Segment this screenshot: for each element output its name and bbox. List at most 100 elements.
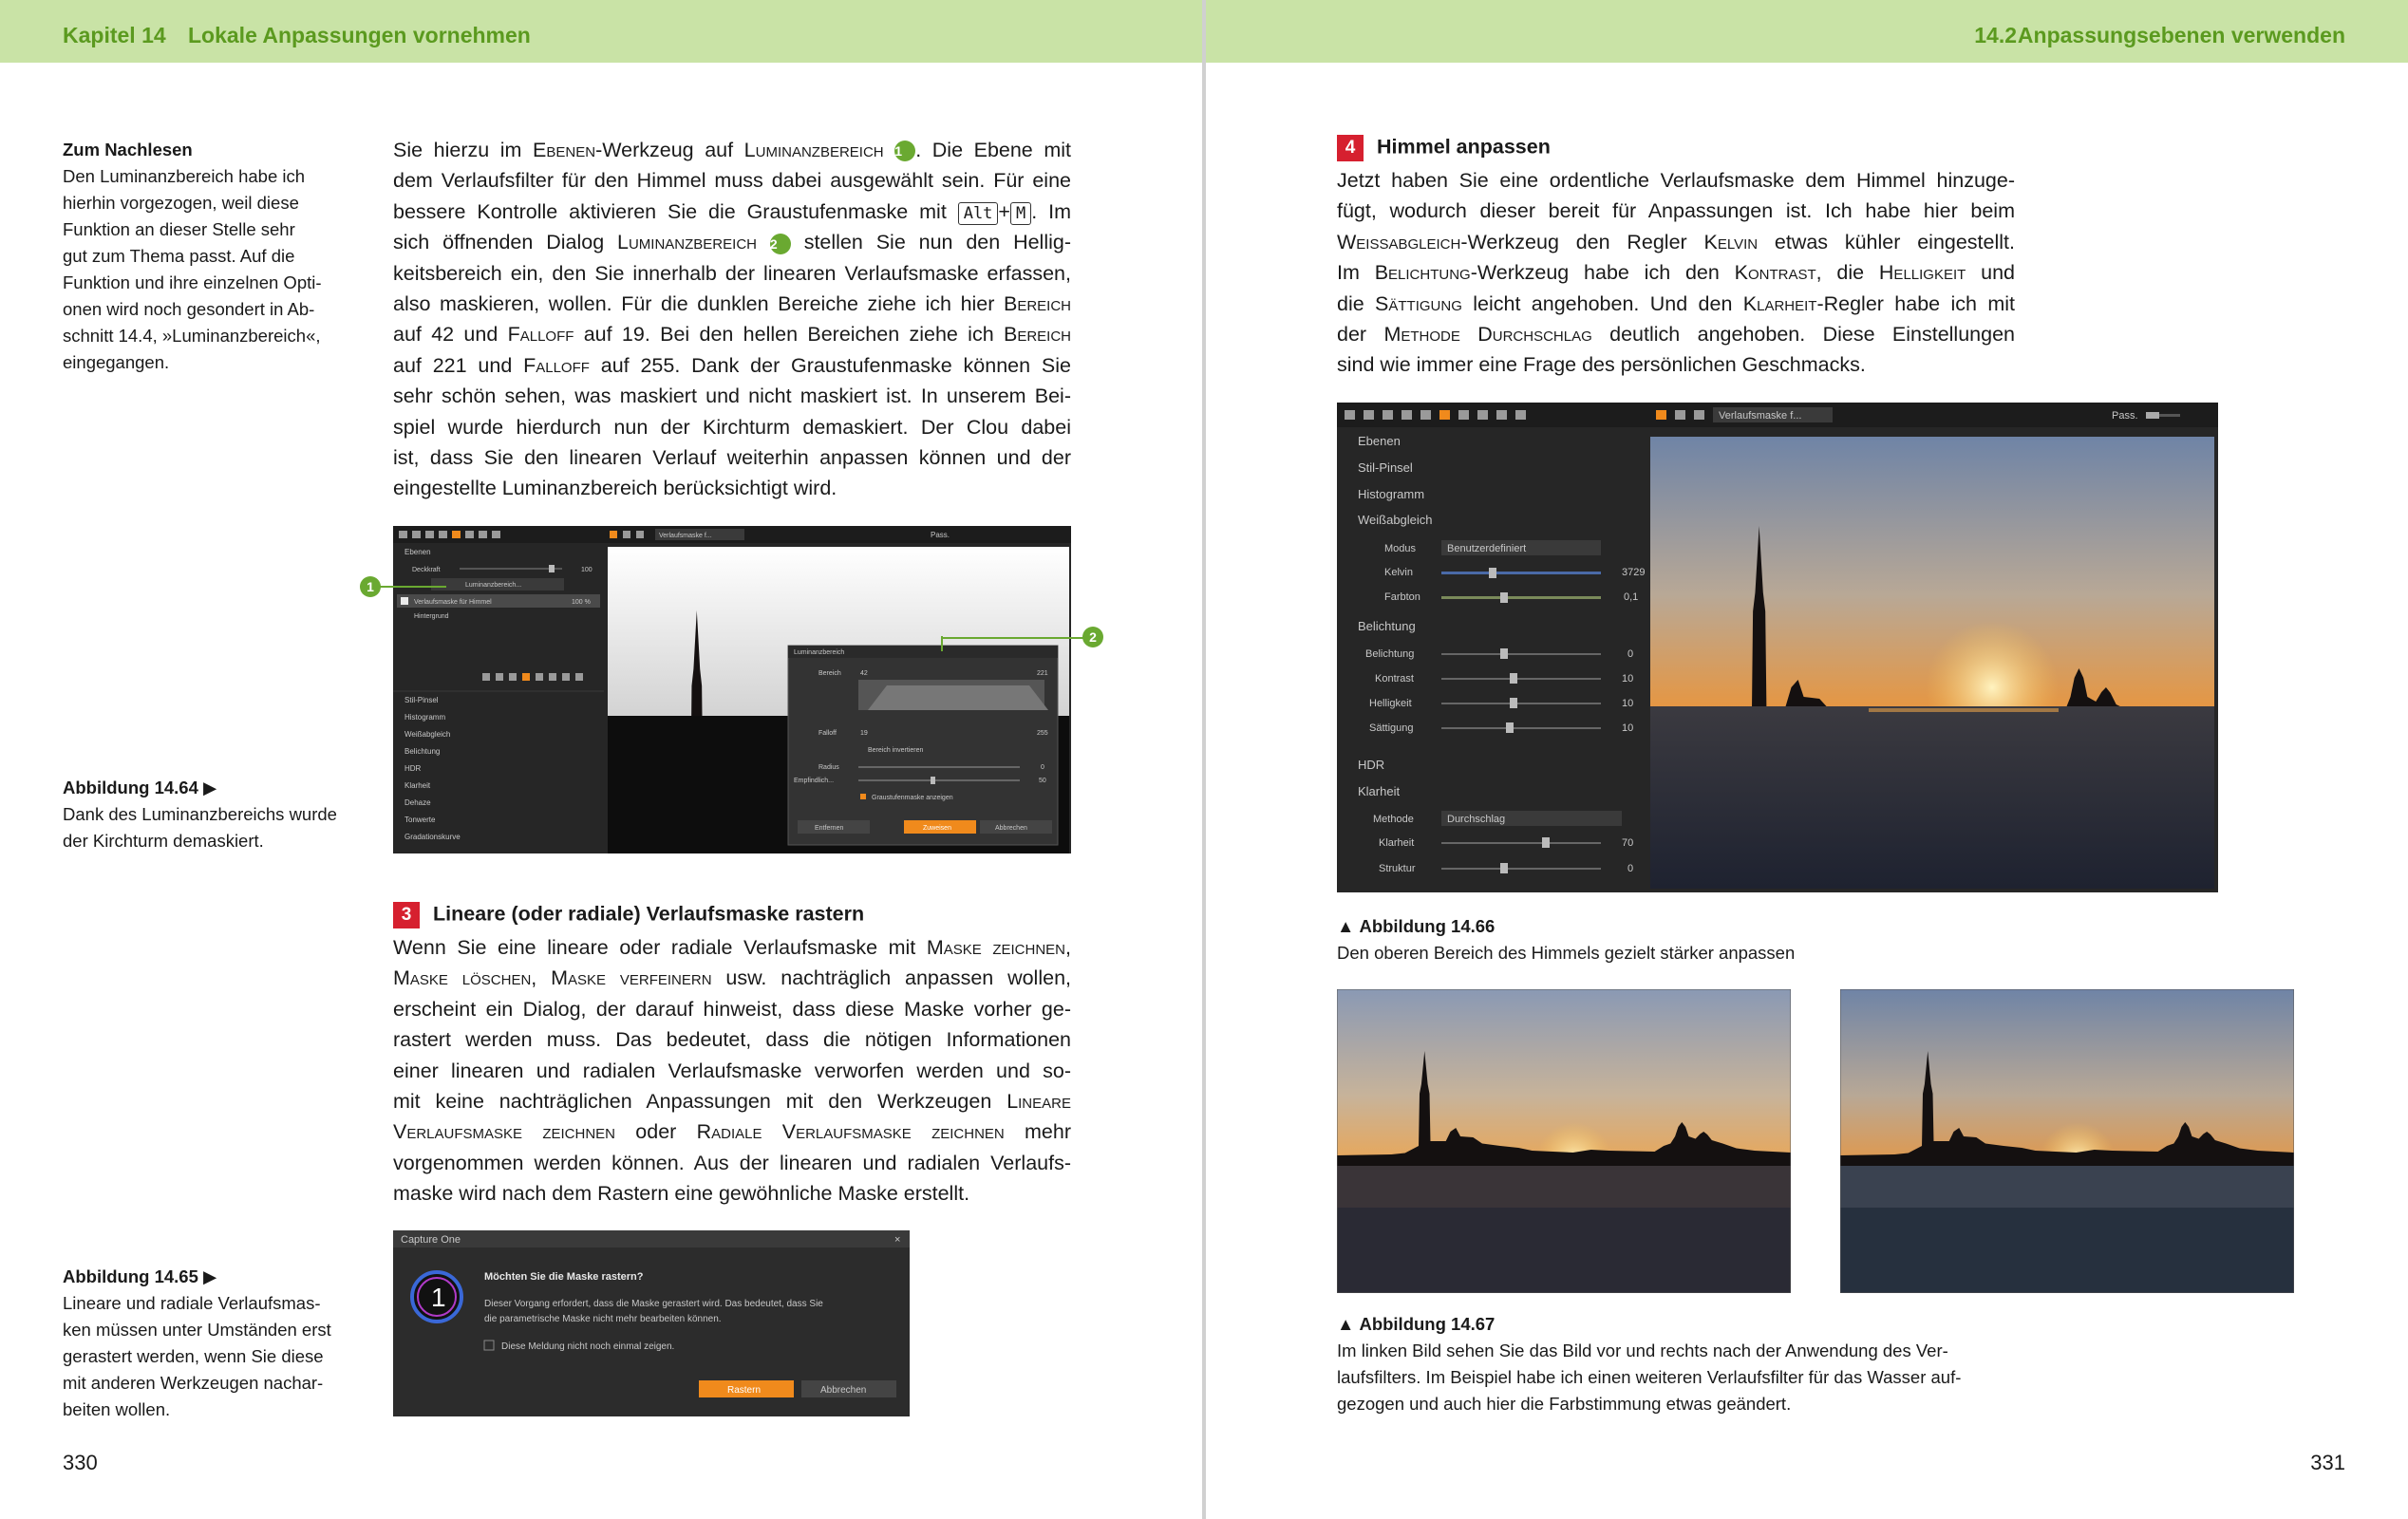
text-line: spiel wurde hierdurch nun der Kirchturm … — [393, 415, 1071, 439]
cancel-button[interactable]: Abbrechen — [995, 825, 1027, 832]
text-run: Klarheit — [1742, 291, 1817, 315]
raster-button[interactable]: Rastern — [727, 1385, 761, 1396]
panel-item[interactable]: Ebenen — [1358, 434, 1401, 448]
text-line: erscheint ein Dialog, der darauf hinweis… — [393, 997, 1071, 1021]
clarity-title[interactable]: Klarheit — [1358, 784, 1400, 798]
slider-label: Belichtung — [1365, 648, 1414, 660]
text-run: auf 221 und — [393, 353, 524, 377]
caption-14-64: Abbildung 14.64 ▶ Dank des Luminanzberei… — [63, 775, 376, 854]
callout-1: 1 — [360, 576, 381, 597]
text-run: die — [1337, 291, 1376, 315]
show-gray-label[interactable]: Graustufenmaske anzeigen — [872, 795, 953, 801]
text-run: Maske zeichnen — [926, 936, 1066, 959]
arrow-up-icon: ▲ — [1337, 916, 1355, 936]
wb-title[interactable]: Weißabgleich — [1358, 513, 1433, 527]
slider-label: Helligkeit — [1369, 698, 1412, 709]
tool-row[interactable]: Histogramm — [404, 713, 445, 722]
text-run: auf 255. Dank der Graustufenmaske können… — [589, 353, 1071, 377]
tool-row[interactable]: Dehaze — [404, 798, 431, 807]
text-run: . Die Ebene mit — [915, 139, 1071, 161]
tool-row[interactable]: Tonwerte — [404, 816, 436, 824]
page-number: 330 — [63, 1451, 98, 1474]
capture-one-logo: 1 — [431, 1283, 446, 1312]
viewer-zoom[interactable]: Pass. — [2112, 410, 2138, 422]
arrow-right-icon: ▶ — [203, 1266, 217, 1286]
tool-row[interactable]: Gradationskurve — [404, 833, 461, 841]
text-run: Methode Durchschlag — [1383, 323, 1592, 347]
panel-item[interactable]: Stil-Pinsel — [1358, 460, 1413, 475]
caption-line: gezogen und auch hier die Farbstimmung e… — [1337, 1394, 1792, 1414]
step-title: Himmel anpassen — [1377, 135, 1551, 159]
text-run: Weissabgleich — [1337, 230, 1461, 253]
tool-row[interactable]: Weißabgleich — [404, 730, 450, 739]
text-line: sehr schön sehen, was maskiert und nicht… — [393, 384, 1071, 408]
radius-label: Radius — [818, 764, 839, 771]
paragraph-luminance: Sie hierzu im Ebenen-Werkzeug auf Lumina… — [393, 135, 1071, 504]
key-m: M — [1009, 201, 1032, 225]
text-line: keitsbereich ein, den Sie innerhalb der … — [393, 261, 1071, 285]
chapter-number: Kapitel 14 — [63, 23, 166, 47]
figure-14-65-screenshot: Capture One × 1 Möchten Sie die Maske ra… — [393, 1230, 910, 1416]
text-run: usw. nachträglich anpassen wollen, — [711, 966, 1071, 990]
text-run: -Werkzeug auf — [595, 139, 744, 161]
kelvin-value: 3729 — [1622, 567, 1645, 578]
caption-14-67: ▲ Abbildung 14.67 Im linken Bild sehen S… — [1337, 1311, 2097, 1417]
text-run: Kontrast — [1734, 261, 1816, 285]
step-title: Lineare (oder radiale) Verlaufsmaske ras… — [433, 902, 865, 926]
range-label: Bereich — [818, 670, 841, 677]
tool-row[interactable]: HDR — [404, 764, 422, 773]
step-number: 4 — [1337, 135, 1364, 161]
viewer-zoom[interactable]: Pass. — [931, 531, 950, 539]
text-run: Kelvin — [1703, 230, 1759, 253]
viewer-dropdown[interactable]: Verlaufsmaske f... — [659, 533, 712, 539]
remove-button[interactable]: Entfernen — [815, 825, 843, 832]
range-low: 42 — [860, 670, 868, 677]
caption-line: mit anderen Werkzeugen nachar- — [63, 1373, 324, 1393]
photo-before — [1337, 989, 1791, 1293]
text-run: -Werkzeug habe ich den — [1470, 261, 1735, 285]
exposure-title[interactable]: Belichtung — [1358, 619, 1416, 633]
dont-show-checkbox[interactable]: Diese Meldung nicht noch einmal zeigen. — [501, 1341, 674, 1352]
note-title: Zum Nachlesen — [63, 140, 193, 159]
text-run: und — [1966, 261, 2015, 285]
text-run: Sie hierzu im — [393, 139, 534, 161]
text-run: stellen Sie nun den Hellig- — [790, 231, 1072, 254]
hdr-title[interactable]: HDR — [1358, 758, 1384, 772]
text-run: -Werkzeug den Regler — [1460, 230, 1704, 253]
clarity-value: 70 — [1622, 837, 1633, 849]
text-run: Bereich — [1003, 323, 1071, 347]
text-run: + — [998, 199, 1010, 223]
text-run: auf 19. Bei den hellen Bereichen ziehe i… — [574, 323, 1004, 347]
paragraph-raster: Wenn Sie eine lineare oder radiale Verla… — [393, 932, 1071, 1210]
step-4-heading: 4 Himmel anpassen — [1337, 135, 1551, 161]
structure-label: Struktur — [1379, 863, 1416, 874]
left-page: Kapitel 14 Lokale Anpassungen vornehmen … — [0, 0, 1202, 1519]
caption-line: Den oberen Bereich des Himmels gezielt s… — [1337, 943, 1796, 963]
step-3-heading: 3 Lineare (oder radiale) Verlaufsmaske ra… — [393, 902, 864, 928]
arrow-up-icon: ▲ — [1337, 1314, 1355, 1334]
section-number: 14.2 — [1974, 23, 2017, 47]
tool-row[interactable]: Belichtung — [404, 747, 440, 756]
tool-row[interactable]: Stil-Pinsel — [404, 696, 439, 704]
text-line: eingestellte Luminanzbereich berücksicht… — [393, 477, 837, 500]
text-run: , die — [1815, 261, 1879, 285]
figure-14-66-screenshot: Verlaufsmaske f... Pass. Ebenen Stil-Pin… — [1337, 403, 2218, 892]
close-icon[interactable]: × — [894, 1234, 900, 1246]
text-run: Ebenen — [533, 139, 596, 161]
invert-label[interactable]: Bereich invertieren — [868, 747, 923, 754]
panel-item[interactable]: Histogramm — [1358, 487, 1424, 501]
cancel-button[interactable]: Abbrechen — [820, 1385, 866, 1396]
method-dropdown[interactable]: Durchschlag — [1447, 814, 1505, 825]
viewer-dropdown[interactable]: Verlaufsmaske f... — [1719, 410, 1801, 422]
mode-label: Modus — [1384, 543, 1417, 554]
mode-dropdown[interactable]: Benutzerdefiniert — [1447, 543, 1526, 554]
text-run: Sättigung — [1375, 291, 1462, 315]
text-run: Maske löschen — [393, 966, 532, 990]
text-run: . Im — [1031, 199, 1071, 223]
layers-title: Ebenen — [404, 548, 431, 556]
text-run: Luminanzbereich — [743, 139, 884, 161]
text-line: dem Verlaufsfilter für den Himmel muss d… — [393, 169, 1071, 193]
apply-button[interactable]: Zuweisen — [923, 825, 951, 832]
caption-line: Dank des Luminanzbereichs wurde — [63, 804, 337, 824]
tool-row[interactable]: Klarheit — [404, 781, 431, 790]
